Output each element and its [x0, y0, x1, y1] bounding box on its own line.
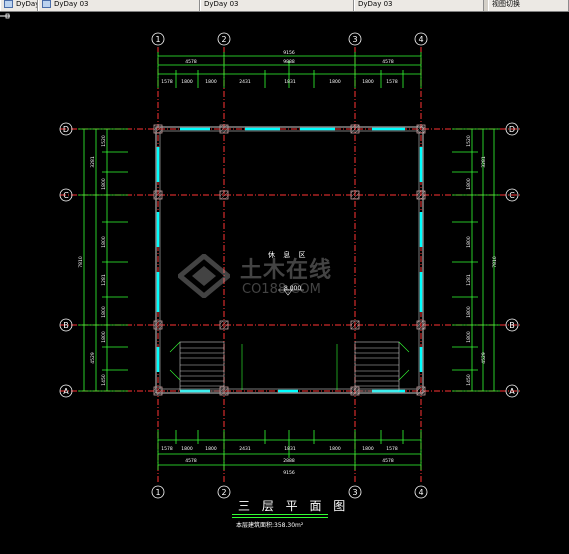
tab-label: DyDay 03	[204, 0, 239, 8]
dim-mid-top: 9888	[283, 59, 295, 65]
dim-side-seg-right-1: 1800	[466, 178, 472, 190]
axis-label-row-c: C	[63, 191, 69, 200]
dim-mid-bottom: 2888	[283, 458, 295, 464]
dim-side-seg-left-5: 1800	[101, 331, 107, 343]
side-dimension-text: 7810 3281 4529 1520 1800 1800 1281 1800 …	[78, 135, 498, 386]
structural-columns	[153, 124, 426, 396]
dim-side-seg-left-6: 1450	[101, 374, 107, 386]
tab-label: DyDay 03	[54, 0, 89, 8]
axis-bubble-labels: 1 2 3 4 1 2 3 4 D C B A D C B A	[63, 35, 515, 497]
dim-half-right-bottom: 4578	[382, 458, 394, 464]
tab-document-1[interactable]: DyDay 03	[38, 0, 200, 11]
document-icon	[42, 0, 51, 8]
dim-half-right-top: 4578	[382, 59, 394, 65]
dim-seg-top-6: 1800	[362, 79, 374, 85]
staircase-left	[169, 341, 243, 392]
dimension-lines-left	[78, 128, 128, 392]
axis-label-col-4-bottom: 4	[418, 488, 423, 497]
dim-seg-top-2: 1800	[205, 79, 217, 85]
axis-label-col-2-bottom: 2	[221, 488, 226, 497]
staircase-right	[336, 341, 410, 392]
axis-label-row-c-right: C	[509, 191, 515, 200]
tab-document-2[interactable]: DyDay 03	[200, 0, 354, 11]
dim-side-upper-right: 3281	[481, 156, 487, 168]
axis-label-col-3: 3	[352, 35, 357, 44]
cad-application: DyDay 03 DyDay 03 DyDay 03 DyDay 03 视图切换	[0, 0, 569, 554]
tab-document-0[interactable]: DyDay 03	[0, 0, 38, 11]
dim-seg-top-7: 1578	[386, 79, 398, 85]
drawing-title: 三 层 平 面 图	[238, 499, 350, 513]
tab-label: DyDay 03	[16, 0, 38, 8]
document-tab-bar: DyDay 03 DyDay 03 DyDay 03 DyDay 03 视图切换	[0, 0, 569, 12]
dim-side-seg-left-0: 1520	[101, 135, 107, 147]
floor-area-note: 本层建筑面积:358.30m²	[236, 522, 304, 529]
dim-side-seg-left-2: 1800	[101, 236, 107, 248]
dim-side-seg-right-0: 1520	[466, 135, 472, 147]
dim-side-total-right: 7810	[492, 256, 498, 268]
dim-side-upper-left: 3281	[90, 156, 96, 168]
axis-label-col-1-bottom: 1	[155, 488, 160, 497]
dim-seg-bottom-0: 1578	[161, 446, 173, 452]
dim-side-seg-left-4: 1800	[101, 306, 107, 318]
dim-seg-bottom-6: 1800	[362, 446, 374, 452]
dim-seg-bottom-5: 1800	[329, 446, 341, 452]
tab-document-3[interactable]: DyDay 03	[354, 0, 484, 11]
title-underline	[232, 514, 328, 518]
axis-label-row-b-right: B	[509, 321, 515, 330]
axis-label-col-4: 4	[418, 35, 423, 44]
axis-label-row-a-right: A	[509, 387, 515, 396]
tab-label: 视图切换	[492, 0, 520, 8]
axis-label-row-b: B	[63, 321, 69, 330]
grid-axis-lines-vertical	[157, 47, 422, 482]
dimension-text: 9156 4578 9888 4578 1578 1800 1800 2431 …	[161, 50, 398, 476]
dim-seg-bottom-7: 1578	[386, 446, 398, 452]
dim-seg-bottom-1: 1800	[181, 446, 193, 452]
dim-side-seg-right-2: 1800	[466, 236, 472, 248]
dim-side-seg-left-1: 1800	[101, 178, 107, 190]
document-icon	[4, 0, 13, 8]
dim-seg-bottom-3: 2431	[239, 446, 251, 452]
axis-bubbles	[59, 32, 519, 499]
dim-side-lower-right: 4529	[481, 352, 487, 364]
tab-view-switch[interactable]: 视图切换	[488, 0, 569, 11]
tab-label: DyDay 03	[358, 0, 393, 8]
dim-seg-bottom-4: 1831	[284, 446, 296, 452]
dim-side-seg-right-4: 1800	[466, 306, 472, 318]
dim-seg-top-4: 1831	[284, 79, 296, 85]
dim-side-seg-left-3: 1281	[101, 274, 107, 286]
dim-seg-top-1: 1800	[181, 79, 193, 85]
dim-seg-top-5: 1800	[329, 79, 341, 85]
dim-total-bottom: 9156	[283, 470, 295, 476]
dim-total-top: 9156	[283, 50, 295, 56]
room-label: 休 息 区	[268, 251, 309, 259]
dim-side-seg-right-6: 1450	[466, 374, 472, 386]
axis-label-col-2: 2	[221, 35, 226, 44]
drawing-canvas[interactable]: 1 2 3 4 1 2 3 4 D C B A D C B A 9156 457…	[0, 12, 569, 554]
dim-side-total-left: 7810	[78, 256, 84, 268]
dim-side-seg-right-3: 1281	[466, 274, 472, 286]
dim-seg-bottom-2: 1800	[205, 446, 217, 452]
dim-half-left-bottom: 4578	[185, 458, 197, 464]
elevation-label: 8.000	[284, 285, 302, 292]
dim-seg-top-0: 1578	[161, 79, 173, 85]
grid-axis-lines-horizontal	[60, 128, 520, 392]
dim-seg-top-3: 2431	[239, 79, 251, 85]
dim-half-left-top: 4578	[185, 59, 197, 65]
dim-side-seg-right-5: 1800	[466, 331, 472, 343]
dim-side-lower-left: 4529	[90, 352, 96, 364]
axis-label-row-d: D	[63, 125, 69, 134]
axis-label-row-a: A	[63, 387, 69, 396]
axis-label-col-3-bottom: 3	[352, 488, 357, 497]
axis-label-row-d-right: D	[509, 125, 515, 134]
axis-label-col-1: 1	[155, 35, 160, 44]
